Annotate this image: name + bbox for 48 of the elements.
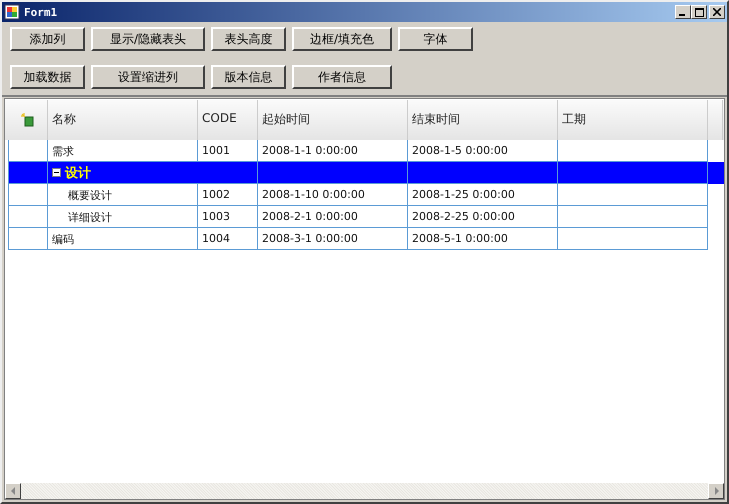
scroll-left-button[interactable] (5, 483, 21, 499)
column-header[interactable]: 结束时间 (408, 100, 558, 140)
code-cell: 1003 (202, 210, 230, 223)
code-cell: 1001 (202, 144, 230, 157)
toolbar-button[interactable]: 表头高度 (211, 27, 286, 51)
toolbar-button[interactable]: 设置缩进列 (91, 65, 205, 89)
minimize-button[interactable] (675, 5, 691, 19)
group-name: 设计 (65, 164, 91, 182)
column-header[interactable]: 名称 (48, 100, 198, 140)
close-button[interactable] (709, 5, 725, 19)
app-icon (4, 4, 20, 20)
end-time-cell: 2008-2-25 0:00:00 (412, 210, 515, 223)
end-time-cell: 2008-5-1 0:00:00 (412, 232, 508, 245)
task-name: 详细设计 (68, 211, 112, 224)
code-cell: 1002 (202, 188, 230, 201)
maximize-button[interactable] (691, 5, 707, 19)
toolbar-button[interactable]: 添加列 (10, 27, 85, 51)
grid-row[interactable]: 编码 1004 2008-3-1 0:00:00 2008-5-1 0:00:00 (8, 228, 724, 250)
start-time-cell: 2008-2-1 0:00:00 (262, 210, 358, 223)
task-name: 概要设计 (68, 189, 112, 202)
toolbar-button[interactable]: 显示/隐藏表头 (91, 27, 205, 51)
grid-row[interactable]: 设计 (8, 162, 724, 184)
toolbar-button[interactable]: 加载数据 (10, 65, 85, 89)
column-header[interactable]: CODE (198, 100, 258, 140)
collapse-toggle-icon[interactable] (52, 168, 61, 177)
task-name: 编码 (52, 233, 74, 246)
start-time-cell: 2008-1-1 0:00:00 (262, 144, 358, 157)
end-time-cell: 2008-1-5 0:00:00 (412, 144, 508, 157)
right-arrow-icon (714, 487, 718, 495)
code-cell: 1004 (202, 232, 230, 245)
column-header[interactable]: 起始时间 (258, 100, 408, 140)
toolbar-button[interactable]: 边框/填充色 (292, 27, 392, 51)
toolbar-button[interactable]: 作者信息 (292, 65, 392, 89)
end-time-cell: 2008-1-25 0:00:00 (412, 188, 515, 201)
window-title: Form1 (24, 6, 58, 18)
task-name: 需求 (52, 145, 74, 158)
scroll-right-button[interactable] (708, 483, 724, 499)
maximize-icon (694, 8, 704, 16)
close-icon (713, 8, 721, 16)
toolbar-button[interactable]: 字体 (398, 27, 473, 51)
grid-row[interactable]: 概要设计 1002 2008-1-10 0:00:00 2008-1-25 0:00:00 (8, 184, 724, 206)
left-arrow-icon (10, 487, 16, 495)
add-row-icon (20, 113, 34, 127)
start-time-cell: 2008-3-1 0:00:00 (262, 232, 358, 245)
start-time-cell: 2008-1-10 0:00:00 (262, 188, 365, 201)
toolbar-button[interactable]: 版本信息 (211, 65, 286, 89)
column-header[interactable]: 工期 (558, 100, 708, 140)
grid-row[interactable]: 详细设计 1003 2008-2-1 0:00:00 2008-2-25 0:00:00 (8, 206, 724, 228)
